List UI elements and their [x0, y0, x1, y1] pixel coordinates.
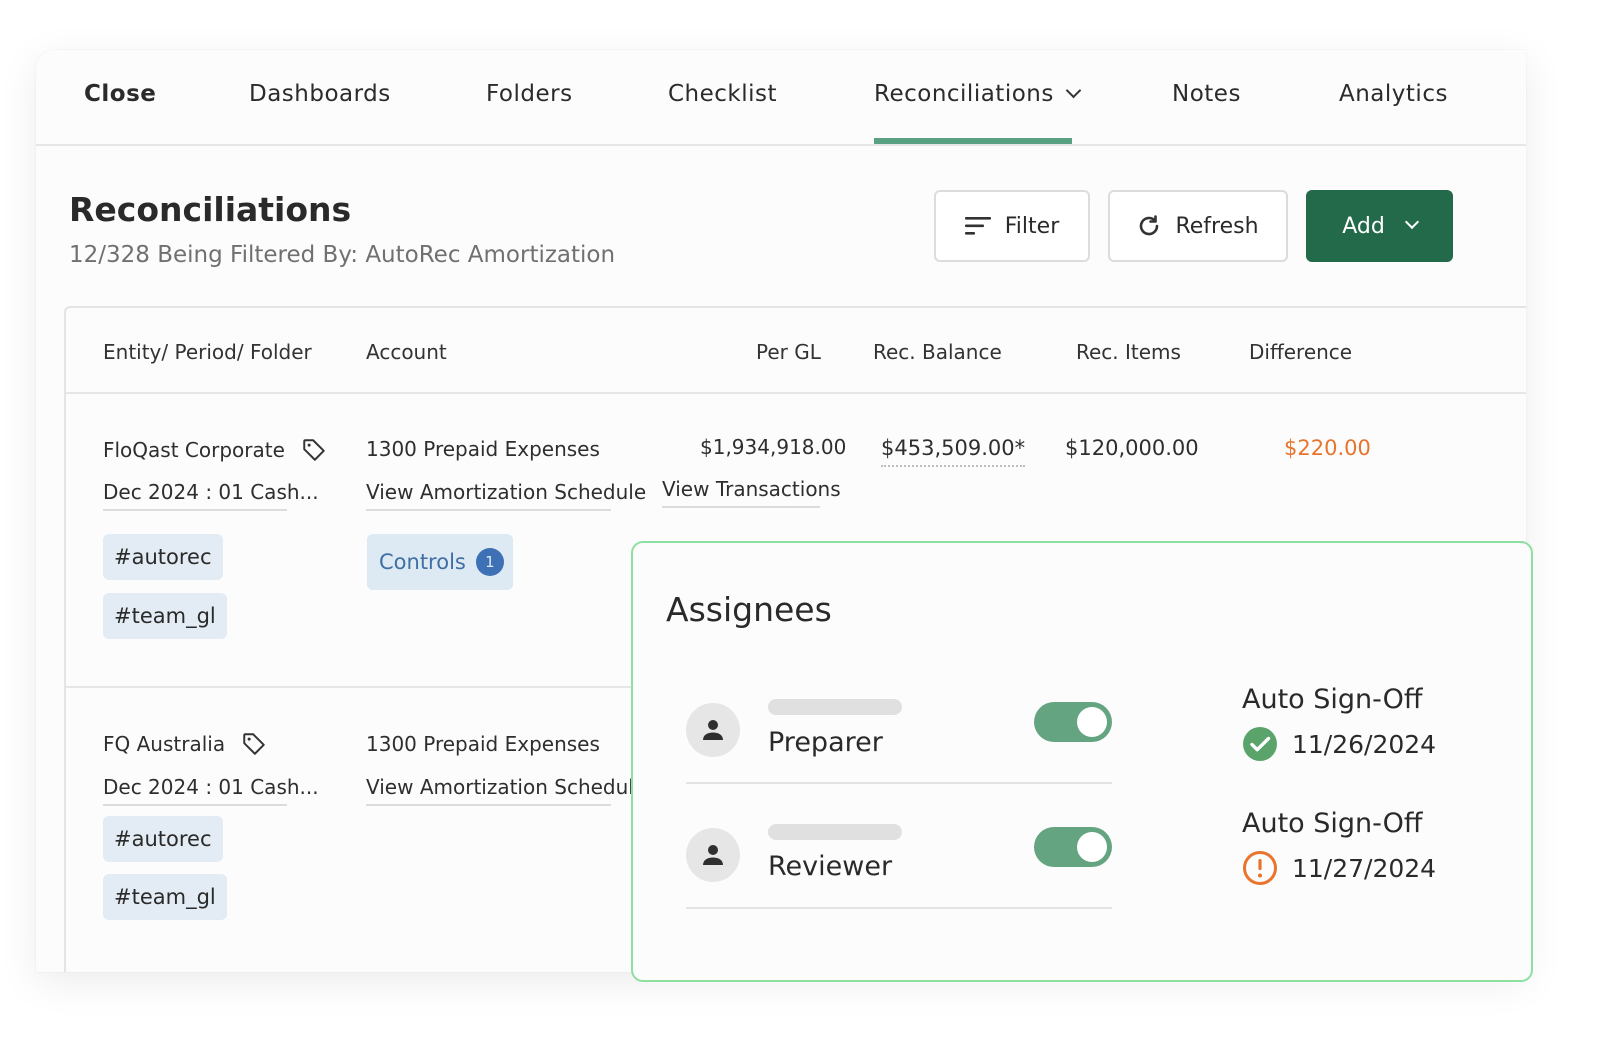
- refresh-button[interactable]: Refresh: [1108, 190, 1288, 262]
- nav-item-reconciliations-label: Reconciliations: [874, 81, 1054, 107]
- column-header-entity[interactable]: Entity/ Period/ Folder: [103, 340, 312, 364]
- entity-name-label: FQ Australia: [103, 732, 226, 756]
- per-gl-value: $1,934,918.00: [700, 435, 847, 459]
- assignees-panel: Assignees Preparer Auto Sign-Off 11/26/2…: [631, 541, 1533, 982]
- period-folder-link[interactable]: Dec 2024 : 01 Cash...: [103, 775, 319, 806]
- active-tab-indicator: [874, 138, 1072, 144]
- controls-count-badge: 1: [475, 548, 504, 576]
- refresh-icon: [1137, 214, 1161, 238]
- page-title: Reconciliations: [69, 190, 352, 229]
- column-header-rec-items[interactable]: Rec. Items: [1076, 340, 1181, 364]
- tag-team-gl[interactable]: #team_gl: [103, 874, 227, 920]
- entity-name: FQ Australia: [103, 731, 267, 757]
- nav-item-checklist[interactable]: Checklist: [668, 81, 777, 107]
- alert-circle-icon: [1242, 850, 1278, 886]
- tag-autorec[interactable]: #autorec: [103, 816, 223, 862]
- toggle-knob: [1077, 707, 1107, 737]
- period-folder-link[interactable]: Dec 2024 : 01 Cash...: [103, 480, 319, 511]
- avatar: [686, 828, 740, 882]
- column-header-rec-balance[interactable]: Rec. Balance: [873, 340, 1002, 364]
- reviewer-signoff-date: 11/27/2024: [1242, 850, 1436, 886]
- view-transactions-link[interactable]: View Transactions: [662, 477, 841, 508]
- rec-items-value: $120,000.00: [1065, 436, 1199, 460]
- filter-button-label: Filter: [1004, 213, 1060, 239]
- user-icon: [703, 845, 723, 865]
- nav-item-notes[interactable]: Notes: [1172, 81, 1241, 107]
- account-name: 1300 Prepaid Expenses: [366, 732, 600, 756]
- filter-button[interactable]: Filter: [934, 190, 1090, 262]
- controls-label: Controls: [379, 550, 466, 574]
- rec-balance-value[interactable]: $453,509.00*: [881, 436, 1026, 467]
- tag-icon[interactable]: [301, 437, 327, 463]
- assignees-title: Assignees: [666, 590, 832, 629]
- view-amortization-schedule-link[interactable]: View Amortization Schedule: [366, 480, 646, 511]
- column-header-difference[interactable]: Difference: [1249, 340, 1352, 364]
- top-nav: Close Dashboards Folders Checklist Recon…: [36, 50, 1526, 146]
- nav-item-reconciliations[interactable]: Reconciliations: [874, 81, 1082, 107]
- nav-item-folders[interactable]: Folders: [486, 81, 573, 107]
- refresh-button-label: Refresh: [1175, 213, 1259, 239]
- account-name: 1300 Prepaid Expenses: [366, 437, 600, 461]
- chevron-down-icon: [1065, 82, 1082, 99]
- chevron-down-icon: [1404, 214, 1419, 230]
- reviewer-date-value: 11/27/2024: [1292, 853, 1437, 883]
- divider: [686, 907, 1112, 909]
- tag-team-gl[interactable]: #team_gl: [103, 593, 227, 639]
- user-icon: [703, 720, 723, 740]
- preparer-auto-signoff-toggle[interactable]: [1034, 702, 1112, 742]
- reviewer-auto-signoff-toggle[interactable]: [1034, 827, 1112, 867]
- name-placeholder: [768, 699, 902, 715]
- auto-signoff-label: Auto Sign-Off: [1242, 808, 1423, 839]
- preparer-signoff-date: 11/26/2024: [1242, 726, 1436, 762]
- nav-item-close[interactable]: Close: [84, 81, 156, 107]
- toggle-knob: [1077, 832, 1107, 862]
- nav-item-dashboards[interactable]: Dashboards: [249, 81, 391, 107]
- add-button[interactable]: Add: [1306, 190, 1453, 262]
- add-button-label: Add: [1342, 213, 1385, 239]
- reviewer-label: Reviewer: [768, 851, 893, 882]
- filter-icon: [964, 216, 991, 236]
- tag-autorec[interactable]: #autorec: [103, 534, 223, 580]
- name-placeholder: [768, 824, 902, 840]
- entity-name-label: FloQast Corporate: [103, 438, 285, 462]
- controls-button[interactable]: Controls 1: [367, 534, 513, 590]
- difference-value: $220.00: [1284, 436, 1371, 460]
- divider: [686, 782, 1112, 784]
- preparer-date-value: 11/26/2024: [1292, 729, 1437, 759]
- preparer-label: Preparer: [768, 727, 883, 758]
- entity-name: FloQast Corporate: [103, 437, 327, 463]
- avatar: [686, 703, 740, 757]
- column-header-account[interactable]: Account: [366, 340, 447, 364]
- view-amortization-schedule-link[interactable]: View Amortization Schedule: [366, 775, 646, 806]
- check-circle-icon: [1242, 726, 1278, 762]
- auto-signoff-label: Auto Sign-Off: [1242, 684, 1423, 715]
- filter-summary: 12/328 Being Filtered By: AutoRec Amorti…: [69, 242, 616, 268]
- column-header-per-gl[interactable]: Per GL: [756, 340, 821, 364]
- header-divider: [66, 392, 1526, 394]
- tag-icon[interactable]: [241, 731, 267, 757]
- nav-item-analytics[interactable]: Analytics: [1339, 81, 1448, 107]
